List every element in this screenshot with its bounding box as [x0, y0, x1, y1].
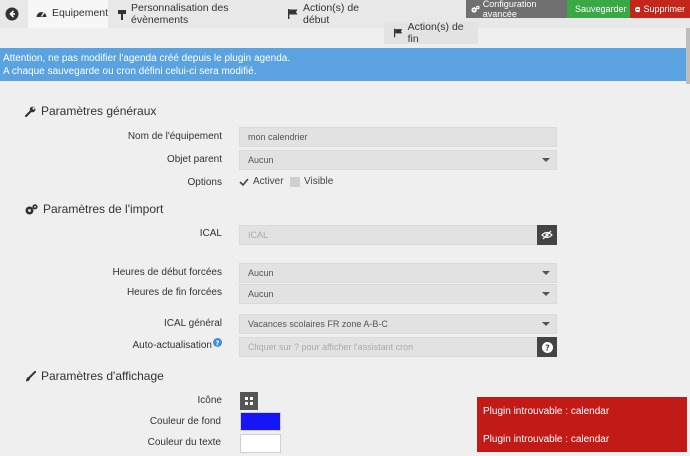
- parent-object-select[interactable]: Aucun: [239, 150, 557, 170]
- equipment-name-label: Nom de l'équipement: [127, 131, 222, 142]
- visible-checkbox[interactable]: Visible: [290, 176, 333, 187]
- tab-actions-debut-label: Action(s) de début: [303, 2, 360, 26]
- flag-icon: [394, 28, 403, 38]
- end-hours-value: Aucun: [248, 289, 274, 299]
- ical-general-select[interactable]: Vacances scolaires FR zone A-B-C: [239, 314, 557, 334]
- text-color-label: Couleur du texte: [147, 437, 221, 448]
- end-hours-label: Heures de fin forcées: [126, 287, 222, 298]
- options-label: Options: [187, 177, 222, 188]
- svg-text:?: ?: [545, 343, 550, 352]
- section-general-title: Paramètres généraux: [25, 104, 156, 118]
- ical-general-value: Vacances scolaires FR zone A-B-C: [248, 319, 388, 329]
- check-icon: [239, 177, 249, 186]
- bg-color-label: Couleur de fond: [149, 416, 221, 427]
- visible-label: Visible: [304, 176, 334, 187]
- save-label: Sauvegarder: [575, 4, 627, 14]
- eye-slash-icon: [541, 230, 553, 240]
- cron-assistant-button[interactable]: ?: [537, 337, 557, 357]
- advanced-config-button[interactable]: Configuration avancée: [466, 0, 567, 19]
- icon-picker-button[interactable]: [240, 392, 258, 410]
- section-display-label: Paramètres d'affichage: [41, 369, 164, 383]
- alert-line-1: Attention, ne pas modifier l'agenda créé…: [3, 53, 291, 64]
- section-display-title: Paramètres d'affichage: [25, 369, 164, 383]
- icon-label: Icône: [197, 395, 222, 406]
- ical-placeholder: ICAL: [248, 230, 269, 240]
- activate-label: Activer: [253, 176, 284, 187]
- tab-actions-fin[interactable]: Action(s) de fin: [384, 21, 478, 45]
- ical-input[interactable]: ICAL: [239, 225, 557, 245]
- tab-personnalisation-label: Personnalisation des évènements: [131, 2, 229, 26]
- notification-message-2: Plugin introuvable : calendar: [483, 434, 610, 445]
- tab-equipement[interactable]: Equipement: [28, 0, 108, 28]
- question-circle-icon: ?: [541, 341, 553, 353]
- section-general-label: Paramètres généraux: [41, 104, 157, 118]
- dashboard-icon: [36, 11, 47, 17]
- delete-button[interactable]: Supprimer: [630, 0, 690, 18]
- svg-text:?: ?: [215, 339, 219, 347]
- delete-label: Supprimer: [643, 4, 685, 14]
- start-hours-label: Heures de début forcées: [112, 267, 222, 278]
- auto-refresh-placeholder: Cliquer sur ? pour afficher l'assistant …: [248, 342, 414, 352]
- start-hours-select[interactable]: Aucun: [239, 263, 557, 283]
- visible-checkbox-box: [290, 176, 300, 187]
- scrollbar[interactable]: [686, 28, 690, 84]
- alert-line-2: A chaque sauvegarde ou cron défini celui…: [3, 66, 257, 77]
- equipment-name-value: mon calendrier: [248, 132, 308, 142]
- paintbrush-icon: [26, 370, 36, 381]
- text-color-swatch[interactable]: [240, 434, 281, 453]
- tab-actions-fin-label: Action(s) de fin: [407, 21, 464, 45]
- devices-icon: [245, 397, 253, 405]
- minus-circle-icon: [635, 6, 641, 12]
- equipment-name-input[interactable]: mon calendrier: [239, 127, 557, 147]
- tab-actions-debut[interactable]: Action(s) de début: [280, 0, 390, 28]
- gears-icon: [471, 5, 480, 13]
- activate-checkbox[interactable]: Activer: [239, 176, 284, 187]
- section-import-label: Paramètres de l'import: [43, 202, 164, 216]
- parent-object-label: Objet parent: [166, 154, 222, 165]
- parent-object-value: Aucun: [248, 155, 274, 165]
- section-import-title: Paramètres de l'import: [25, 202, 163, 216]
- ical-general-label: ICAL général: [164, 318, 222, 329]
- auto-refresh-input[interactable]: Cliquer sur ? pour afficher l'assistant …: [239, 337, 557, 357]
- tab-personnalisation[interactable]: Personnalisation des évènements: [110, 0, 278, 28]
- save-button[interactable]: Sauvegarder: [567, 0, 630, 18]
- toggle-visibility-button[interactable]: [537, 225, 557, 245]
- tab-equipement-label: Equipement: [52, 7, 109, 19]
- wrench-icon: [25, 106, 36, 117]
- flag-icon: [288, 9, 298, 19]
- warning-alert: Attention, ne pas modifier l'agenda créé…: [0, 48, 686, 81]
- start-hours-value: Aucun: [248, 268, 274, 278]
- end-hours-select[interactable]: Aucun: [239, 284, 557, 304]
- error-notification: Plugin introuvable : calendar Plugin int…: [477, 397, 687, 452]
- help-icon[interactable]: ?: [213, 338, 222, 347]
- advanced-config-label: Configuration avancée: [482, 0, 537, 19]
- auto-refresh-label: Auto-actualisation: [132, 340, 213, 351]
- notification-message-1: Plugin introuvable : calendar: [483, 406, 610, 417]
- gears-icon: [25, 203, 38, 214]
- ical-label: ICAL: [199, 228, 222, 239]
- signpost-icon: [118, 9, 126, 20]
- bg-color-swatch[interactable]: [240, 412, 281, 431]
- back-arrow-icon[interactable]: [5, 7, 19, 21]
